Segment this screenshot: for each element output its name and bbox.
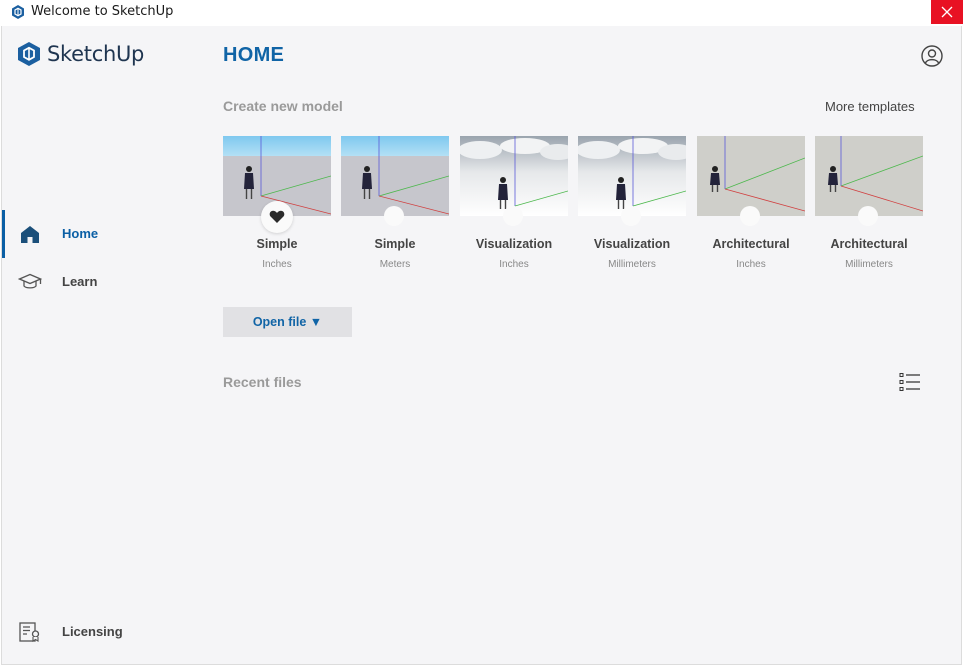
template-thumbnail [341,136,449,216]
sketchup-logo-icon [12,5,24,19]
sidebar-item-home[interactable]: Home [2,210,202,258]
sidebar-item-label: Licensing [62,624,123,639]
heart-icon [269,210,285,223]
template-thumbnail [697,136,805,216]
template-name: Simple [256,237,298,251]
template-unit: Inches [262,259,292,270]
sidebar-item-label: Home [62,226,99,241]
template-unit: Millimeters [608,259,656,270]
template-name: Visualization [593,237,671,251]
favorite-badge[interactable] [621,206,641,226]
license-icon [19,622,40,642]
favorite-badge[interactable] [740,206,760,226]
active-indicator [2,210,5,258]
template-thumbnail [460,136,568,216]
template-unit: Inches [499,259,529,270]
welcome-window: SketchUp Home Learn Licensing HOME Creat… [1,26,962,665]
template-unit: Inches [736,259,766,270]
template-unit: Millimeters [845,259,893,270]
user-circle-icon[interactable] [921,45,943,67]
close-icon [941,6,953,18]
favorite-badge[interactable] [858,206,878,226]
create-new-model-heading: Create new model [223,98,343,114]
open-file-button[interactable]: Open file ▼ [223,307,352,337]
sketchup-logo-icon [18,42,40,66]
template-name: Architectural [712,237,790,251]
sidebar-item-learn[interactable]: Learn [2,258,202,306]
recent-files-heading: Recent files [223,374,302,390]
template-thumbnail [578,136,686,216]
more-templates-link[interactable]: More templates [825,99,915,114]
template-name: Simple [374,237,416,251]
title-bar: Welcome to SketchUp [0,0,963,26]
graduation-cap-icon [18,273,42,289]
window-title: Welcome to SketchUp [31,4,174,19]
favorite-badge[interactable] [261,201,293,233]
list-view-icon[interactable] [899,372,921,392]
sidebar-item-label: Learn [62,274,98,289]
logo-text: SketchUp [47,42,145,66]
template-name: Visualization [475,237,553,251]
favorite-badge[interactable] [503,206,523,226]
favorite-badge[interactable] [384,206,404,226]
template-name: Architectural [830,237,908,251]
template-thumbnail [815,136,923,216]
close-button[interactable] [931,0,963,24]
sketchup-logo: SketchUp [17,41,144,67]
home-icon [21,226,39,243]
sidebar-item-licensing[interactable]: Licensing [2,608,202,656]
page-title: HOME [223,44,285,66]
template-unit: Meters [379,259,411,270]
